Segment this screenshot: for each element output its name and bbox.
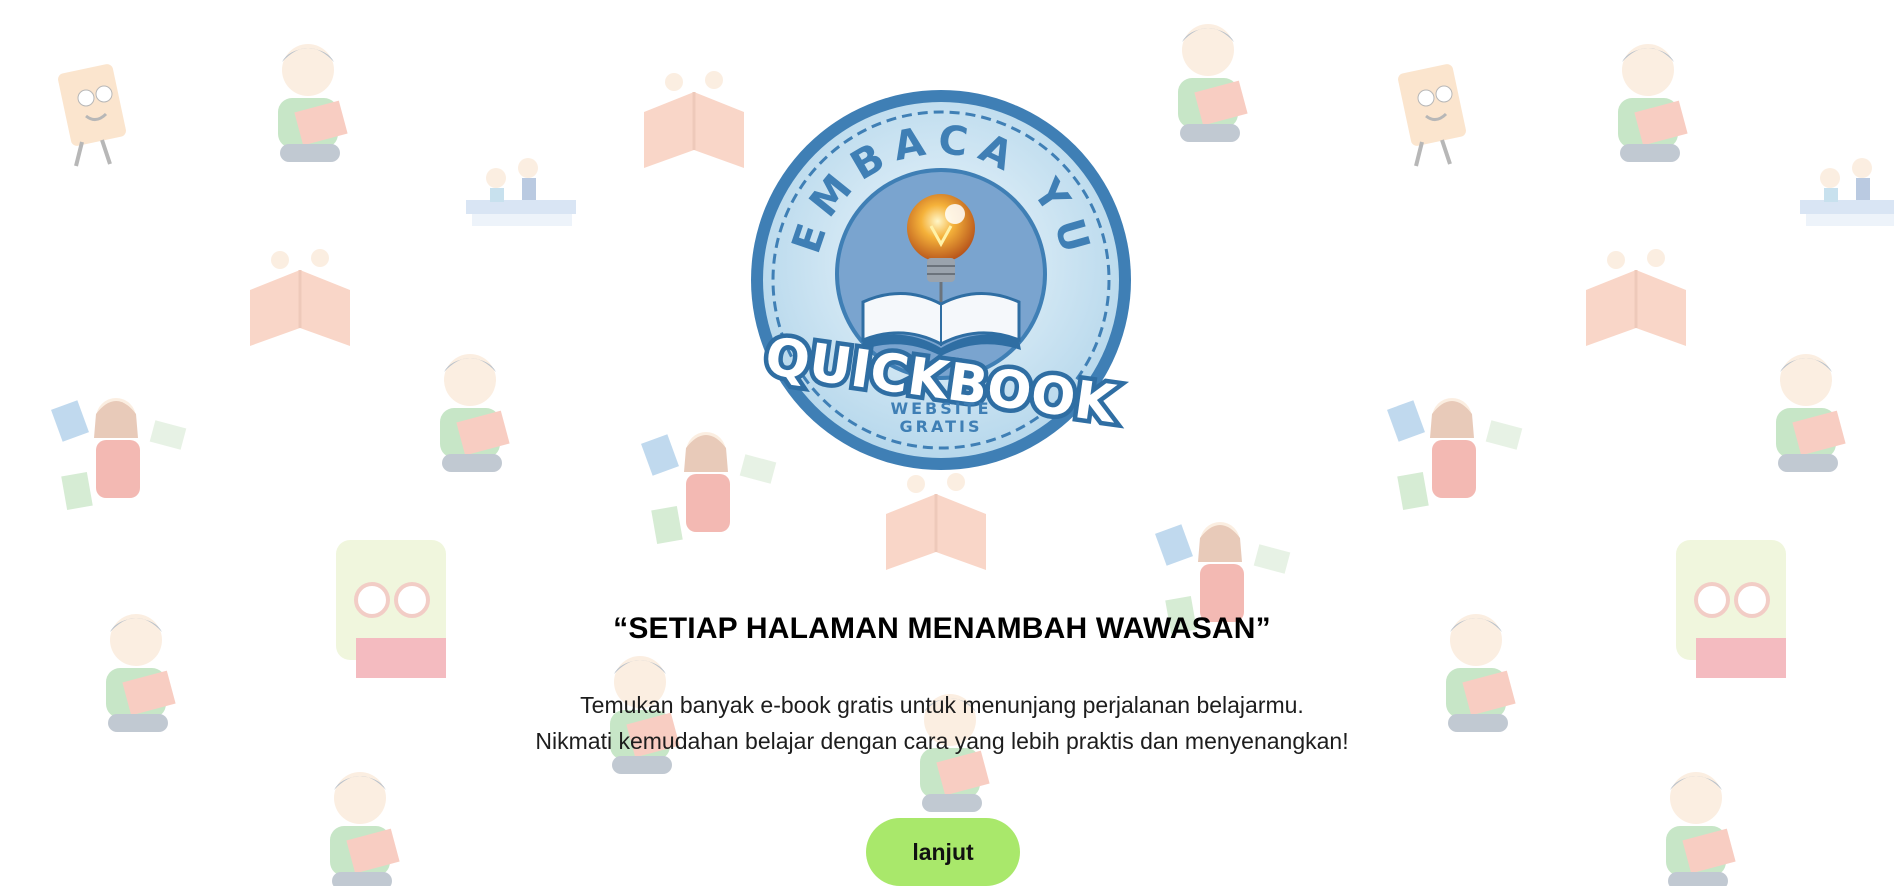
logo-badge: MEMBACA YUK QUICKBOOK <box>717 58 1131 470</box>
logo-sub-line2: GRATIS <box>900 417 983 436</box>
page-headline: “SETIAP HALAMAN MENAMBAH WAWASAN” <box>613 612 1271 645</box>
description-line-2: Nikmati kemudahan belajar dengan cara ya… <box>535 728 1349 754</box>
landing-content: MEMBACA YUK QUICKBOOK <box>0 0 1894 886</box>
quickbook-logo: MEMBACA YUK QUICKBOOK <box>717 58 1165 488</box>
continue-button[interactable]: lanjut <box>866 818 1020 886</box>
logo-sub-line1: WEBSITE <box>890 399 991 418</box>
description-line-1: Temukan banyak e-book gratis untuk menun… <box>580 692 1304 718</box>
